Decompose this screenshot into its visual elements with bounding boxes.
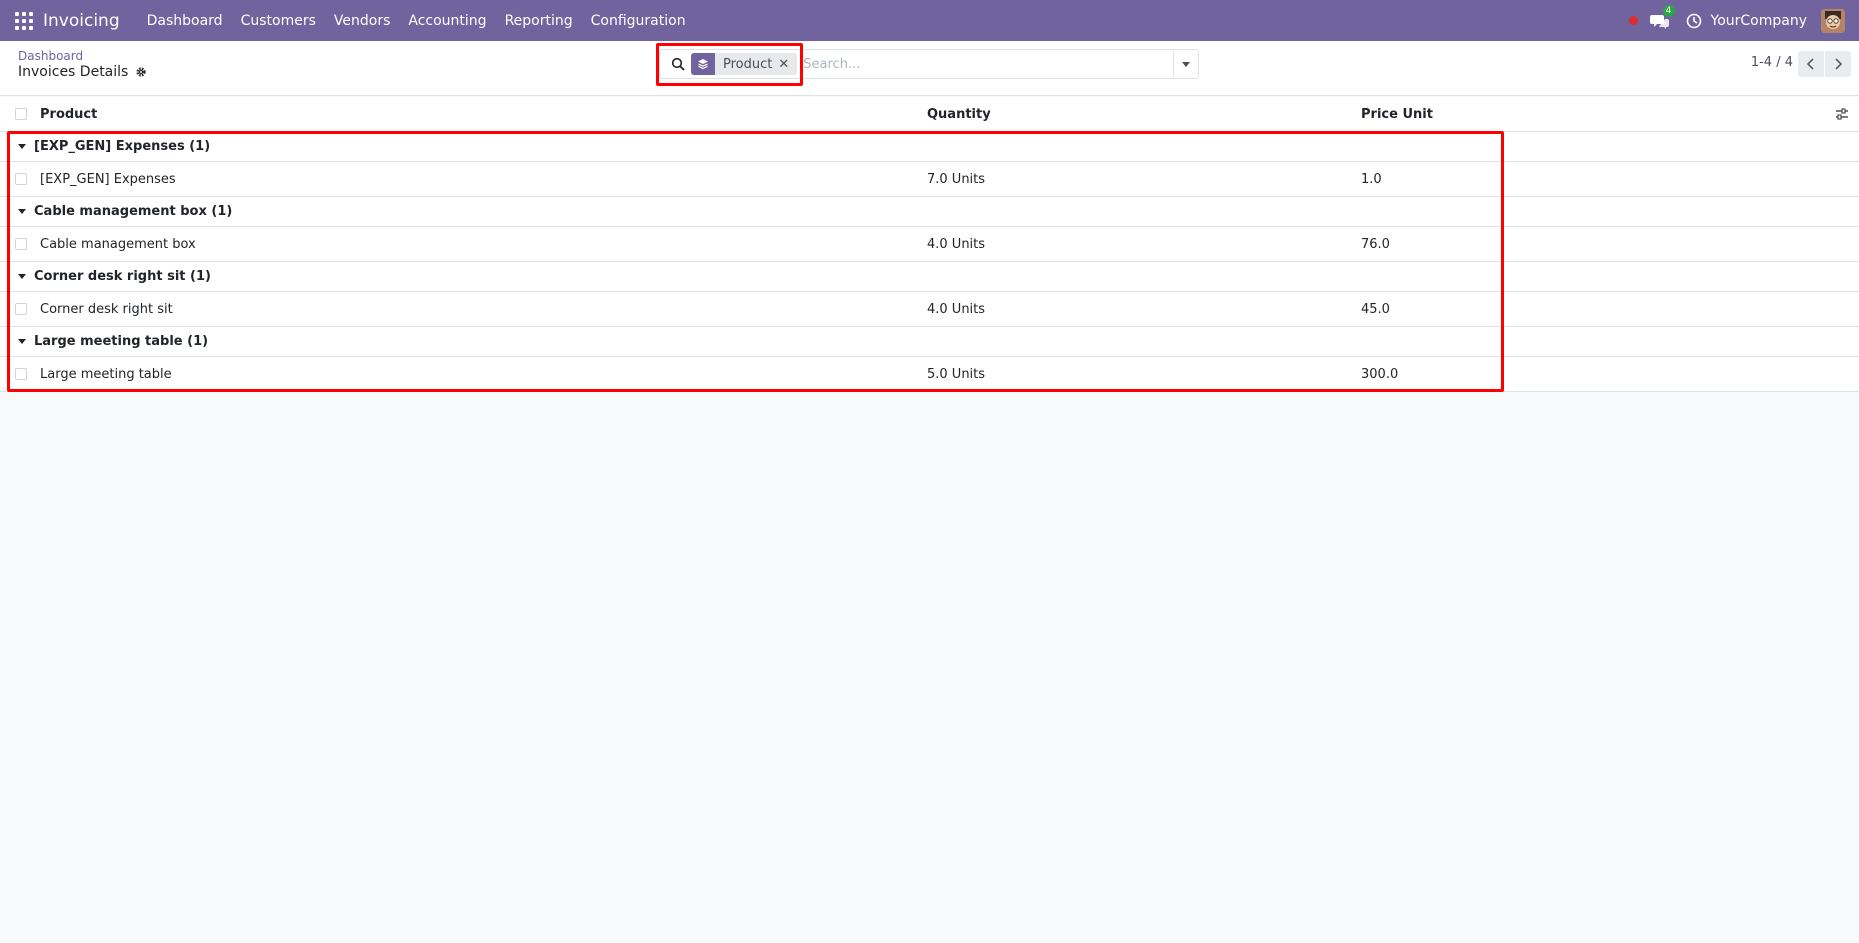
menu-customers[interactable]: Customers xyxy=(241,13,316,29)
chat-icon[interactable]: 4 xyxy=(1649,4,1675,31)
search-icon xyxy=(671,57,685,71)
caret-down-icon xyxy=(18,209,26,214)
table-row[interactable]: Large meeting table 5.0 Units 300.0 xyxy=(0,357,1859,392)
list-header: Product Quantity Price Unit xyxy=(0,97,1859,132)
facet-label: Product xyxy=(723,56,773,72)
gear-icon[interactable] xyxy=(135,66,147,78)
optional-columns-icon[interactable] xyxy=(1835,107,1849,121)
pager-previous-button[interactable] xyxy=(1798,51,1824,77)
cell-quantity: 4.0 Units xyxy=(927,236,986,252)
pager-next-button[interactable] xyxy=(1825,51,1851,77)
menu-configuration[interactable]: Configuration xyxy=(591,13,686,29)
chat-count-badge: 4 xyxy=(1662,4,1675,17)
apps-menu-icon[interactable] xyxy=(12,9,36,33)
app-name[interactable]: Invoicing xyxy=(43,11,120,31)
cell-price-unit: 1.0 xyxy=(1361,171,1382,187)
menu-accounting[interactable]: Accounting xyxy=(408,13,486,29)
menu-dashboard[interactable]: Dashboard xyxy=(147,13,223,29)
column-header-quantity[interactable]: Quantity xyxy=(927,107,991,122)
row-checkbox[interactable] xyxy=(15,238,27,250)
company-switcher[interactable]: YourCompany xyxy=(1711,13,1808,29)
search-input[interactable] xyxy=(803,56,1164,72)
cell-product: Cable management box xyxy=(40,236,196,252)
page-title: Invoices Details xyxy=(18,64,147,80)
caret-down-icon xyxy=(1182,61,1190,67)
group-label: Cable management box (1) xyxy=(34,204,233,219)
row-checkbox[interactable] xyxy=(15,368,27,380)
column-header-product[interactable]: Product xyxy=(40,107,97,122)
cell-quantity: 4.0 Units xyxy=(927,301,986,317)
clock-icon[interactable] xyxy=(1686,13,1702,29)
column-header-price-unit[interactable]: Price Unit xyxy=(1361,107,1433,122)
breadcrumb-dashboard[interactable]: Dashboard xyxy=(18,49,83,63)
list-view: Product Quantity Price Unit [EXP_GEN] Ex… xyxy=(0,97,1859,392)
group-label: Large meeting table (1) xyxy=(34,334,209,349)
cell-quantity: 7.0 Units xyxy=(927,171,986,187)
caret-down-icon xyxy=(18,274,26,279)
group-row[interactable]: Large meeting table (1) xyxy=(0,327,1859,357)
cell-product: Large meeting table xyxy=(40,366,172,382)
cell-price-unit: 76.0 xyxy=(1361,236,1390,252)
table-row[interactable]: [EXP_GEN] Expenses 7.0 Units 1.0 xyxy=(0,162,1859,197)
group-label: [EXP_GEN] Expenses (1) xyxy=(34,139,211,154)
select-all-checkbox[interactable] xyxy=(15,108,27,120)
top-navbar: Invoicing Dashboard Customers Vendors Ac… xyxy=(0,0,1859,41)
layers-icon xyxy=(691,53,715,75)
group-row[interactable]: Corner desk right sit (1) xyxy=(0,262,1859,292)
row-checkbox[interactable] xyxy=(15,303,27,315)
caret-down-icon xyxy=(18,144,26,149)
facet-remove-icon[interactable]: ✕ xyxy=(778,57,797,72)
page-title-label: Invoices Details xyxy=(18,64,129,80)
cell-price-unit: 45.0 xyxy=(1361,301,1390,317)
group-label: Corner desk right sit (1) xyxy=(34,269,211,284)
menu-vendors[interactable]: Vendors xyxy=(334,13,390,29)
group-row[interactable]: Cable management box (1) xyxy=(0,197,1859,227)
table-row[interactable]: Corner desk right sit 4.0 Units 45.0 xyxy=(0,292,1859,327)
cell-quantity: 5.0 Units xyxy=(927,366,986,382)
row-checkbox[interactable] xyxy=(15,173,27,185)
search-bar: Product ✕ xyxy=(659,49,1199,79)
user-avatar[interactable] xyxy=(1821,8,1845,33)
control-panel: Dashboard Invoices Details Product ✕ 1-4… xyxy=(0,41,1859,96)
group-row[interactable]: [EXP_GEN] Expenses (1) xyxy=(0,132,1859,162)
caret-down-icon xyxy=(18,339,26,344)
activity-dot-icon[interactable] xyxy=(1628,16,1638,25)
pager-value[interactable]: 1-4 / 4 xyxy=(1751,55,1793,70)
search-facet: Product ✕ xyxy=(691,53,798,75)
cell-price-unit: 300.0 xyxy=(1361,366,1399,382)
menu-reporting[interactable]: Reporting xyxy=(505,13,573,29)
search-options-toggle[interactable] xyxy=(1173,49,1199,79)
cell-product: Corner desk right sit xyxy=(40,301,173,317)
cell-product: [EXP_GEN] Expenses xyxy=(40,171,176,187)
table-row[interactable]: Cable management box 4.0 Units 76.0 xyxy=(0,227,1859,262)
